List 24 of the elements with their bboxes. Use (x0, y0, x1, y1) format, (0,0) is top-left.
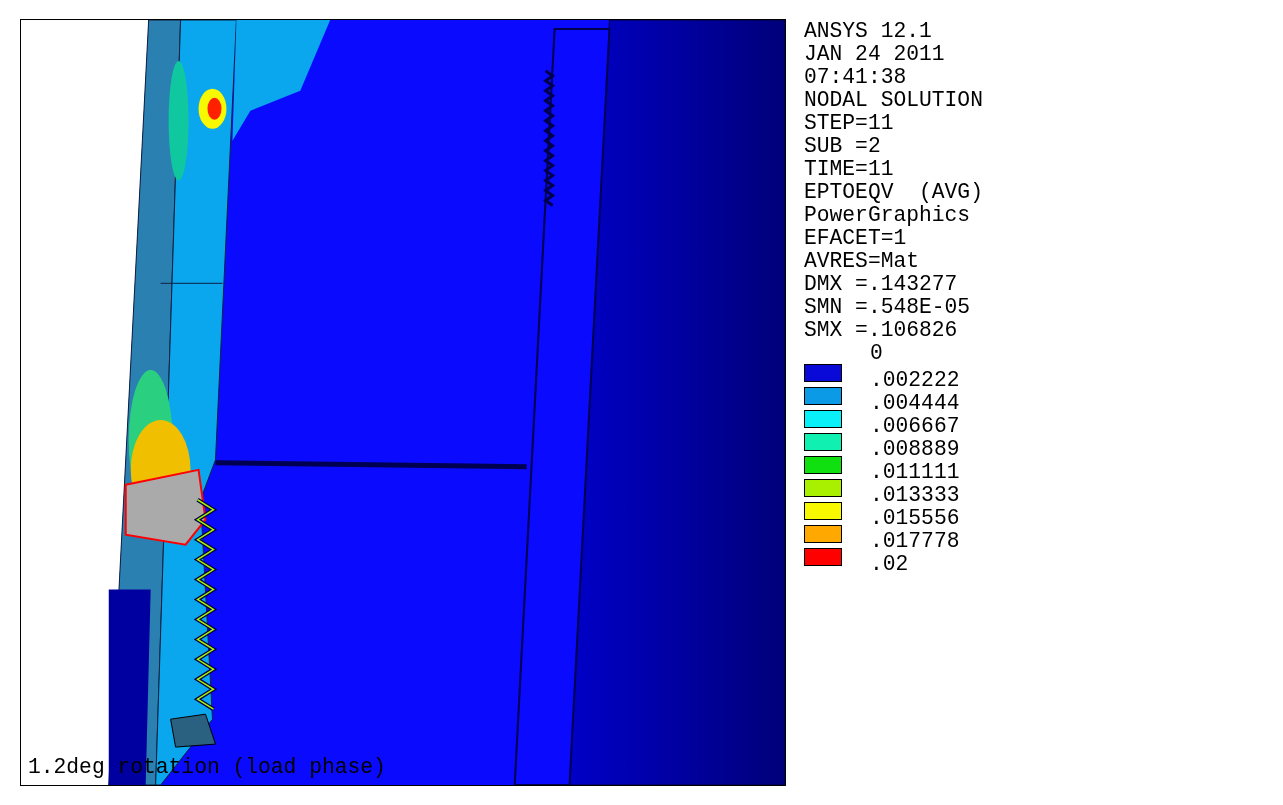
info-line: SMN =.548E-05 (804, 296, 972, 319)
info-line: JAN 24 2011 (804, 43, 946, 66)
legend-label: .017778 (870, 530, 960, 549)
legend-label: 0 (869, 342, 884, 365)
info-line: NODAL SOLUTION (804, 89, 983, 112)
info-line: ANSYS 12.1 (804, 20, 933, 43)
info-line: SUB =2 (804, 135, 882, 158)
legend-label: .013333 (870, 484, 960, 503)
info-line: 07:41:38 (804, 66, 908, 89)
info-line: PowerGraphics (804, 204, 972, 227)
legend-label: .008889 (870, 438, 960, 457)
legend-label: .006667 (870, 415, 960, 434)
info-line: EFACET=1 (804, 227, 908, 250)
info-line: EPTOEQV (AVG) (804, 181, 983, 204)
legend-label: .011111 (870, 461, 960, 480)
info-line: AVRES=Mat (804, 250, 921, 273)
info-line: STEP=11 (804, 112, 895, 135)
info-line: TIME=11 (804, 158, 895, 181)
info-line: SMX =.106826 (804, 319, 959, 342)
legend-label: .015556 (870, 507, 960, 526)
info-line: DMX =.143277 (804, 273, 959, 296)
legend-label: .002222 (870, 369, 960, 388)
legend-label: .004444 (870, 392, 960, 411)
legend-label: .02 (870, 553, 909, 572)
